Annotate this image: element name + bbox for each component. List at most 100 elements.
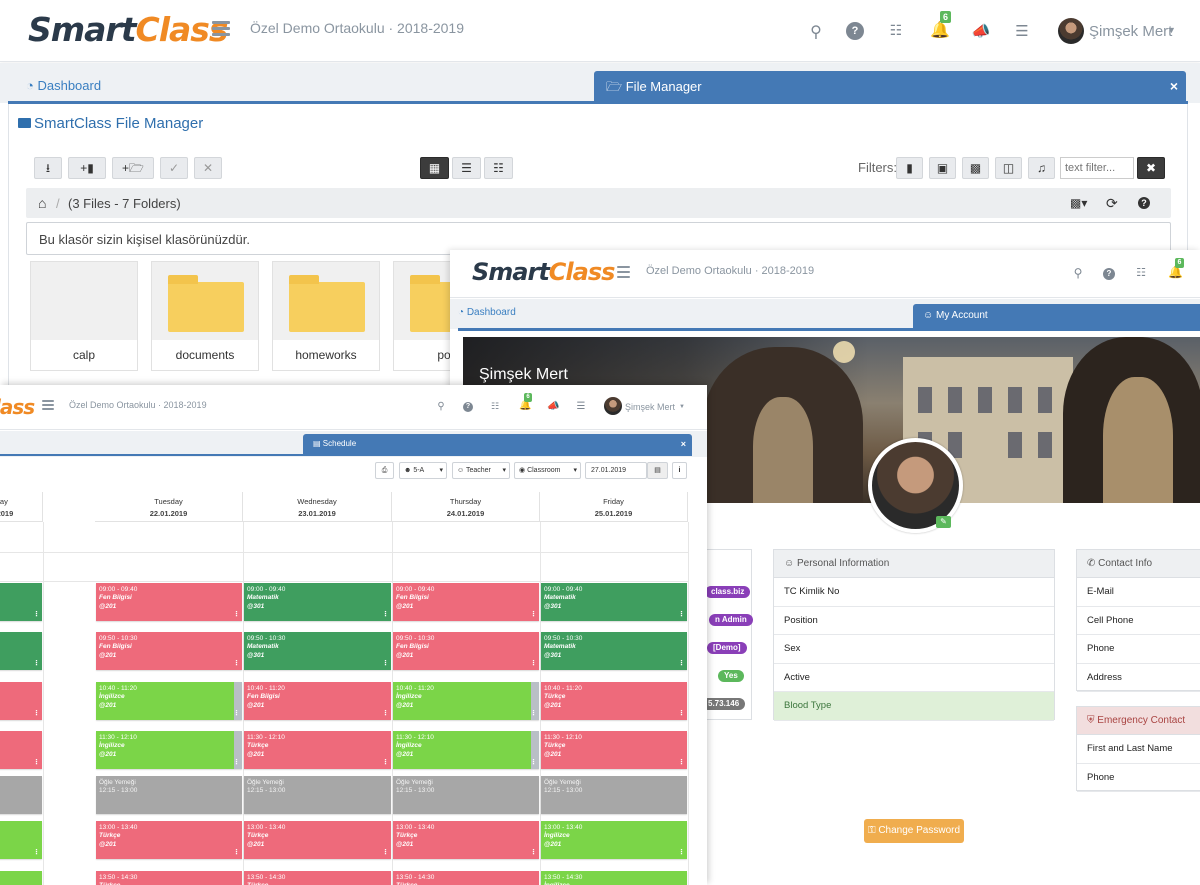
schedule-event[interactable]: 11:30 - 12:10 İngilizce @201 ⋮ [393, 731, 539, 769]
schedule-event[interactable]: 09:50 - 10:30 Fen Bilgisi @201 ⋮ [96, 632, 242, 670]
change-password-button[interactable]: ⚿ Change Password [864, 819, 964, 843]
schedule-event[interactable]: 10:40 - 11:20 İngilizce @201 ⋮ [96, 682, 242, 720]
announcement-icon[interactable]: 📣 [970, 22, 992, 40]
smartclass-logo[interactable]: SmartClass [28, 10, 229, 49]
menu-toggle-icon[interactable] [42, 400, 54, 410]
edit-photo-icon[interactable]: ✎ [936, 516, 951, 528]
event-menu-icon[interactable]: ⋮ [678, 759, 685, 767]
schedule-event[interactable]: 10:40 - 11:20 Türkçe @201 ⋮ [541, 682, 687, 720]
schedule-event[interactable]: Öğle Yemeği 12:15 - 13:00 [96, 776, 242, 814]
event-menu-icon[interactable]: ⋮ [33, 611, 40, 619]
text-filter-input[interactable] [1060, 157, 1134, 179]
filter-images-button[interactable]: ▣ [929, 157, 956, 179]
schedule-event[interactable]: ⋮ [0, 871, 42, 885]
help-icon[interactable]: ? [1138, 197, 1150, 209]
schedule-event[interactable]: ⋮ [0, 583, 42, 621]
announcement-icon[interactable]: 📣 [547, 401, 559, 412]
bell-icon[interactable]: 🔔 [930, 20, 950, 40]
tab-dashboard[interactable]: ◔ Dashboard [18, 72, 218, 100]
home-icon[interactable]: ⌂ [38, 195, 46, 211]
clear-filter-button[interactable]: ✖ [1137, 157, 1165, 179]
schedule-event[interactable]: 09:50 - 10:30 Fen Bilgisi @201 ⋮ [393, 632, 539, 670]
search-icon[interactable]: ⚲ [1070, 266, 1086, 280]
schedule-event[interactable]: 13:50 - 14:30Türkçe⋮ [244, 871, 391, 885]
event-menu-icon[interactable]: ⋮ [33, 759, 40, 767]
event-menu-icon[interactable]: ⋮ [678, 660, 685, 668]
chevron-down-icon[interactable]: ▼ [679, 404, 685, 410]
refresh-icon[interactable]: ⟳ [1106, 195, 1118, 212]
event-menu-icon[interactable]: ⋮ [530, 660, 537, 668]
folder-tile[interactable]: documents [151, 261, 259, 371]
event-menu-icon[interactable]: ⋮ [382, 611, 389, 619]
paste-button[interactable]: ✓ [160, 157, 188, 179]
list-view-button[interactable]: ☰ [452, 157, 481, 179]
calendar-icon[interactable]: ▤ [647, 462, 668, 479]
smartclass-logo[interactable]: SmartClass [472, 258, 615, 286]
help-icon[interactable]: ? [463, 402, 473, 412]
schedule-event[interactable]: ⋮ [0, 821, 42, 859]
schedule-event[interactable]: 13:50 - 14:30Türkçe⋮ [96, 871, 242, 885]
filter-music-button[interactable]: ♫ [1028, 157, 1055, 179]
schedule-event[interactable]: Öğle Yemeği 12:15 - 13:00 [541, 776, 687, 814]
schedule-event[interactable]: Öğle Yemeği 12:15 - 13:00 [393, 776, 539, 814]
sort-icon[interactable]: ▩▾ [1070, 196, 1087, 210]
event-menu-icon[interactable]: ⋮ [33, 849, 40, 857]
schedule-event[interactable] [0, 776, 42, 814]
menu-toggle-icon[interactable] [617, 266, 630, 278]
search-icon[interactable]: ⚲ [435, 401, 447, 412]
teacher-select[interactable]: ☺ Teacher ▾ [452, 462, 510, 479]
event-menu-icon[interactable]: ⋮ [233, 611, 240, 619]
schedule-event[interactable]: 13:00 - 13:40 İngilizce @201 ⋮ [541, 821, 687, 859]
avatar[interactable] [604, 397, 622, 415]
schedule-event[interactable]: 13:00 - 13:40 Türkçe @201 ⋮ [393, 821, 539, 859]
event-menu-icon[interactable]: ⋮ [233, 849, 240, 857]
info-button[interactable]: i [672, 462, 687, 479]
schedule-event[interactable]: 09:00 - 09:40 Matematik @301 ⋮ [541, 583, 687, 621]
filter-video-button[interactable]: ◫ [995, 157, 1022, 179]
event-menu-icon[interactable]: ⋮ [530, 849, 537, 857]
help-icon[interactable]: ? [1103, 268, 1115, 280]
event-menu-icon[interactable]: ⋮ [530, 759, 537, 767]
list-icon[interactable]: ☰ [1012, 22, 1032, 40]
event-menu-icon[interactable]: ⋮ [233, 710, 240, 718]
classroom-select[interactable]: ◉ Classroom ▾ [514, 462, 581, 479]
tab-file-manager[interactable]: 🗁 File Manager × [594, 71, 1186, 102]
schedule-event[interactable]: 11:30 - 12:10 Türkçe @201 ⋮ [244, 731, 391, 769]
upload-button[interactable]: ⭳ [34, 157, 62, 179]
event-menu-icon[interactable]: ⋮ [233, 660, 240, 668]
user-name[interactable]: Şimşek Mert [625, 402, 675, 412]
event-menu-icon[interactable]: ⋮ [678, 849, 685, 857]
schedule-event[interactable]: Öğle Yemeği 12:15 - 13:00 [244, 776, 391, 814]
tab-schedule[interactable]: ▤ Schedule × [303, 434, 692, 454]
schedule-event[interactable]: 13:00 - 13:40 Türkçe @201 ⋮ [96, 821, 242, 859]
close-icon[interactable]: × [1170, 71, 1178, 102]
event-menu-icon[interactable]: ⋮ [33, 660, 40, 668]
schedule-event[interactable]: 09:00 - 09:40 Fen Bilgisi @201 ⋮ [96, 583, 242, 621]
event-menu-icon[interactable]: ⋮ [33, 710, 40, 718]
event-menu-icon[interactable]: ⋮ [382, 660, 389, 668]
schedule-event[interactable]: 10:40 - 11:20 İngilizce @201 ⋮ [393, 682, 539, 720]
filter-archives-button[interactable]: ▩ [962, 157, 989, 179]
event-menu-icon[interactable]: ⋮ [382, 849, 389, 857]
schedule-event[interactable]: 13:00 - 13:40 Türkçe @201 ⋮ [244, 821, 391, 859]
event-menu-icon[interactable]: ⋮ [678, 611, 685, 619]
schedule-event[interactable]: 09:50 - 10:30 Matematik @301 ⋮ [244, 632, 391, 670]
chevron-down-icon[interactable]: ▼ [1167, 25, 1176, 35]
schedule-event[interactable]: ⋮ [0, 731, 42, 769]
event-menu-icon[interactable]: ⋮ [678, 710, 685, 718]
schedule-event[interactable]: 09:50 - 10:30 Matematik @301 ⋮ [541, 632, 687, 670]
delete-button[interactable]: ✕ [194, 157, 222, 179]
detail-view-button[interactable]: ☷ [484, 157, 513, 179]
event-menu-icon[interactable]: ⋮ [382, 710, 389, 718]
new-folder-button[interactable]: +🗁 [112, 157, 154, 179]
event-menu-icon[interactable]: ⋮ [530, 710, 537, 718]
user-name[interactable]: Şimşek Mert [1089, 23, 1172, 40]
folder-tile[interactable]: homeworks [272, 261, 380, 371]
menu-toggle-icon[interactable] [212, 21, 230, 36]
list-icon[interactable]: ☰ [575, 401, 587, 412]
date-input[interactable]: 27.01.2019 [585, 462, 647, 479]
folder-tile[interactable]: calp [30, 261, 138, 371]
print-button[interactable]: ⎙ [375, 462, 394, 479]
event-menu-icon[interactable]: ⋮ [530, 611, 537, 619]
schedule-event[interactable]: 09:00 - 09:40 Fen Bilgisi @201 ⋮ [393, 583, 539, 621]
